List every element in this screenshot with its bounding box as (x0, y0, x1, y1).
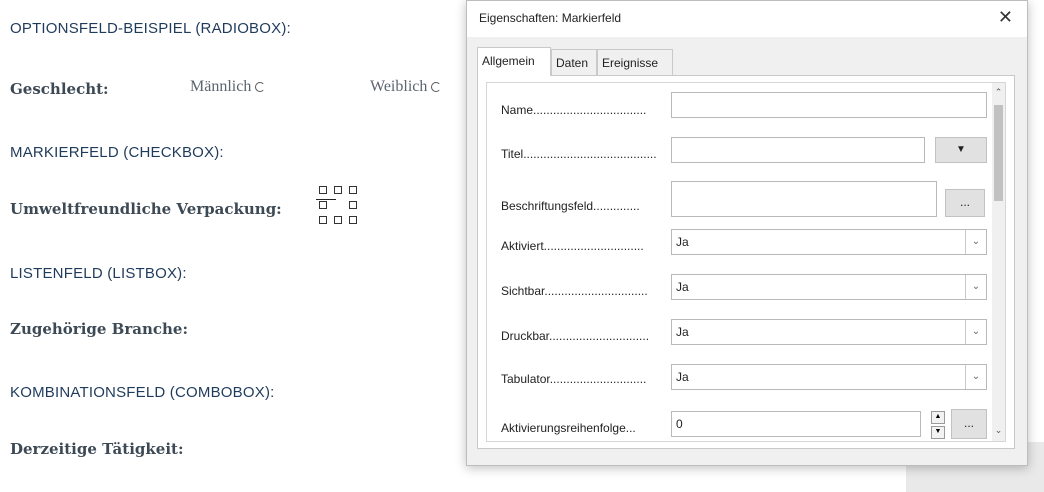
radio-male-label: Männlich (190, 78, 252, 95)
spin-up-icon[interactable]: ▲ (931, 411, 945, 424)
heading-combobox: KOMBINATIONSFELD (COMBOBOX): (10, 384, 275, 401)
dialog-titlebar[interactable]: Eigenschaften: Markierfeld ✕ (467, 1, 1027, 37)
chevron-down-icon[interactable]: ⌄ (965, 320, 986, 344)
chevron-down-icon[interactable]: ⌄ (965, 275, 986, 299)
label-industry: Zugehörige Branche: (10, 320, 188, 338)
resize-handle-icon[interactable] (319, 201, 327, 209)
tab-panel-allgemein: Name.................................. T… (477, 75, 1015, 449)
radio-circle-icon[interactable] (431, 82, 442, 93)
resize-handle-icon[interactable] (334, 186, 342, 194)
beschriftungsfeld-input[interactable] (671, 181, 937, 217)
label-aktiviert: Aktiviert.............................. (501, 239, 644, 253)
tab-allgemein[interactable]: Allgemein (477, 47, 551, 76)
resize-handle-icon[interactable] (319, 186, 327, 194)
resize-handle-icon[interactable] (349, 186, 357, 194)
label-packaging: Umweltfreundliche Verpackung: (10, 200, 282, 218)
radio-male[interactable]: Männlich (190, 78, 266, 96)
heading-radiobox: OPTIONSFELD-BEISPIEL (RADIOBOX): (10, 20, 291, 37)
label-occupation: Derzeitige Tätigkeit: (10, 440, 184, 458)
tabulator-value: Ja (676, 370, 689, 384)
close-icon[interactable]: ✕ (998, 7, 1013, 28)
label-beschriftungsfeld: Beschriftungsfeld.............. (501, 199, 640, 213)
radio-circle-icon[interactable] (255, 82, 266, 93)
chevron-down-icon[interactable]: ⌄ (965, 365, 986, 389)
aktivierungsreihenfolge-input[interactable]: 0 (671, 411, 921, 437)
tab-daten[interactable]: Daten (551, 49, 597, 75)
dialog-title: Eigenschaften: Markierfeld (479, 11, 622, 25)
checkbox-selection-handles[interactable] (314, 186, 362, 226)
scroll-down-icon[interactable]: ⌄ (992, 425, 1005, 436)
tab-ereignisse[interactable]: Ereignisse (597, 49, 673, 75)
label-gender: Geschlecht: (10, 80, 109, 98)
titel-input[interactable] (671, 137, 925, 163)
radio-female[interactable]: Weiblich (370, 78, 442, 96)
label-tabulator: Tabulator............................. (501, 372, 647, 386)
heading-checkbox: MARKIERFELD (CHECKBOX): (10, 144, 224, 161)
aktivierungsreihenfolge-button[interactable]: ... (951, 409, 987, 439)
chevron-down-icon[interactable]: ⌄ (965, 230, 986, 254)
radio-female-label: Weiblich (370, 78, 428, 95)
spin-buttons[interactable]: ▲ ▼ (931, 411, 945, 439)
druckbar-select[interactable]: Ja ⌄ (671, 319, 987, 345)
label-titel: Titel...................................… (501, 147, 657, 161)
properties-list: Name.................................. T… (486, 82, 1006, 442)
tabulator-select[interactable]: Ja ⌄ (671, 364, 987, 390)
label-druckbar: Druckbar.............................. (501, 329, 650, 343)
vertical-scrollbar[interactable]: ⌃ ⌄ (992, 83, 1005, 441)
label-sichtbar: Sichtbar............................... (501, 284, 648, 298)
heading-listbox: LISTENFELD (LISTBOX): (10, 265, 187, 282)
anchor-line-icon (316, 199, 336, 200)
aktiviert-select[interactable]: Ja ⌄ (671, 229, 987, 255)
name-input[interactable] (671, 92, 987, 118)
scroll-up-icon[interactable]: ⌃ (992, 87, 1005, 98)
resize-handle-icon[interactable] (319, 216, 327, 224)
scrollbar-thumb[interactable] (994, 105, 1003, 201)
resize-handle-icon[interactable] (334, 216, 342, 224)
aktiviert-value: Ja (676, 235, 689, 249)
resize-handle-icon[interactable] (349, 201, 357, 209)
titel-dropdown-button[interactable]: ▼ (935, 137, 987, 163)
sichtbar-select[interactable]: Ja ⌄ (671, 274, 987, 300)
properties-dialog: Eigenschaften: Markierfeld ✕ Allgemein D… (466, 0, 1028, 466)
label-aktivierungsreihenfolge: Aktivierungsreihenfolge... (501, 421, 636, 435)
sichtbar-value: Ja (676, 280, 689, 294)
druckbar-value: Ja (676, 325, 689, 339)
spin-down-icon[interactable]: ▼ (931, 426, 945, 439)
resize-handle-icon[interactable] (349, 216, 357, 224)
label-name: Name.................................. (501, 103, 647, 117)
beschriftungsfeld-browse-button[interactable]: ... (945, 189, 985, 217)
